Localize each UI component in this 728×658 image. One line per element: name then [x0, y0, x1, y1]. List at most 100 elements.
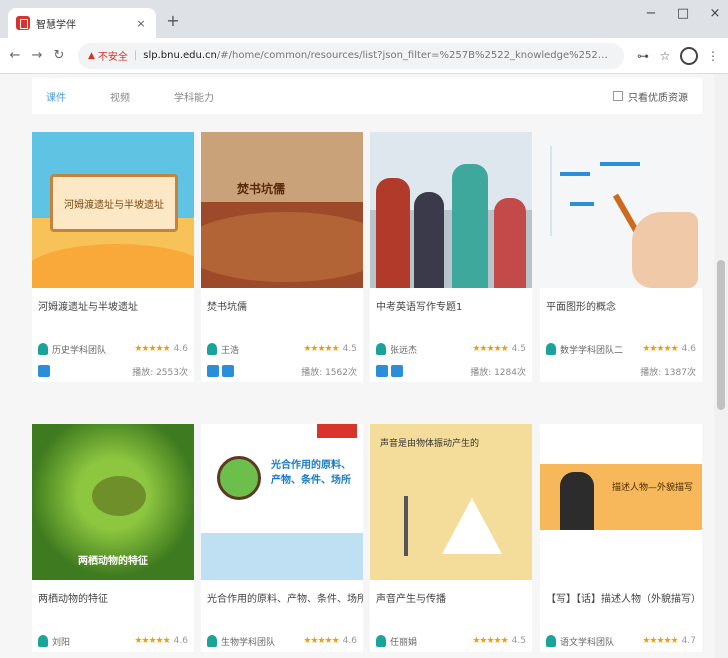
card-title[interactable]: 平面图形的概念: [540, 288, 702, 338]
filter-bar: 课件 视频 学科能力 只看优质资源: [32, 78, 702, 114]
card-thumbnail[interactable]: 焚书坑儒: [201, 132, 363, 288]
resource-card[interactable]: 光合作用的原料、产物、条件、场所 光合作用的原料、产物、条件、场所 生物学科团队…: [201, 424, 363, 652]
card-author[interactable]: 历史学科团队: [52, 343, 134, 356]
person-figure: [452, 164, 488, 288]
thumb-title-text: 描述人物—外貌描写: [612, 483, 694, 493]
rating-stars-icon: ★★★★★: [134, 344, 170, 354]
rating-stars-icon: ★★★★★: [642, 344, 678, 354]
resource-card[interactable]: 描述人物—外貌描写 【写】【话】描述人物（外貌描写） 语文学科团队 ★★★★★ …: [540, 424, 702, 652]
minimize-icon[interactable]: −: [644, 6, 658, 21]
url-separator: |: [133, 50, 138, 61]
author-icon: [546, 635, 556, 647]
card-author[interactable]: 生物学科团队: [221, 635, 303, 648]
type-tag-icon: [376, 365, 388, 377]
key-icon[interactable]: ⊶: [634, 47, 652, 65]
card-stats: 播放: 1387次: [540, 360, 702, 382]
resource-card[interactable]: 中考英语写作专题1 张远杰 ★★★★★ 4.5 播放: 1284次: [370, 132, 532, 382]
thumb-decoration: [570, 202, 594, 206]
card-thumbnail-whiteboard[interactable]: [540, 132, 702, 288]
author-icon: [207, 635, 217, 647]
maximize-icon[interactable]: □: [676, 6, 690, 21]
card-author[interactable]: 张远杰: [390, 343, 472, 356]
card-meta: 历史学科团队 ★★★★★ 4.6: [32, 338, 194, 360]
tab-close-icon[interactable]: ×: [134, 17, 148, 30]
card-stats: 播放: 2553次: [32, 360, 194, 382]
card-title[interactable]: 声音产生与传播: [370, 580, 532, 630]
page-content: 课件 视频 学科能力 只看优质资源 河姆渡遗址与半坡遗址 河姆渡遗址与半坡遗址 …: [0, 74, 714, 658]
thumb-decoration: [560, 172, 590, 176]
view-count: 播放: 1562次: [301, 367, 357, 378]
card-author[interactable]: 王浩: [221, 343, 303, 356]
tab-title: 智慧学伴: [36, 19, 76, 31]
thumb-title-text: 声音是由物体振动产生的: [380, 439, 480, 449]
card-thumbnail[interactable]: 光合作用的原料、产物、条件、场所: [201, 424, 363, 580]
person-figure: [494, 198, 526, 288]
type-tag-icon: [391, 365, 403, 377]
silhouette-figure: [560, 472, 594, 530]
card-thumbnail[interactable]: 河姆渡遗址与半坡遗址: [32, 132, 194, 288]
cartoon-figure: [442, 498, 502, 554]
filter-tab-ability[interactable]: 学科能力: [174, 89, 214, 104]
card-stats: 播放: 1284次: [370, 360, 532, 382]
thumb-ribbon: [317, 424, 357, 438]
menu-kebab-icon[interactable]: ⋮: [704, 47, 722, 65]
quality-only-toggle[interactable]: 只看优质资源: [613, 89, 688, 104]
resource-card[interactable]: 平面图形的概念 数学学科团队二 ★★★★★ 4.6 播放: 1387次: [540, 132, 702, 382]
card-thumbnail-students-photo[interactable]: [370, 132, 532, 288]
quality-only-checkbox[interactable]: [613, 91, 623, 101]
card-author[interactable]: 任丽娟: [390, 635, 472, 648]
filter-tab-courseware[interactable]: 课件: [46, 89, 66, 104]
scrollbar-thumb[interactable]: [717, 260, 725, 410]
thumb-decoration: [600, 162, 640, 166]
rating-value: 4.6: [342, 636, 357, 646]
reload-icon[interactable]: ↻: [50, 47, 68, 65]
rating-value: 4.6: [681, 344, 696, 354]
address-bar[interactable]: ▲ 不安全 | slp.bnu.edu.cn /#/home/common/re…: [78, 42, 624, 69]
card-meta: 王浩 ★★★★★ 4.5: [201, 338, 363, 360]
card-thumbnail[interactable]: 描述人物—外貌描写: [540, 424, 702, 580]
tuning-fork-figure: [404, 496, 408, 556]
view-count: 播放: 1284次: [470, 367, 526, 378]
person-figure: [414, 192, 444, 288]
back-icon[interactable]: ←: [6, 47, 24, 65]
resource-card[interactable]: 河姆渡遗址与半坡遗址 河姆渡遗址与半坡遗址 历史学科团队 ★★★★★ 4.6 播…: [32, 132, 194, 382]
card-meta: 生物学科团队 ★★★★★ 4.6: [201, 630, 363, 652]
window-close-icon[interactable]: ×: [708, 6, 722, 21]
card-author[interactable]: 刘阳: [52, 635, 134, 648]
card-title[interactable]: 中考英语写作专题1: [370, 288, 532, 338]
card-thumbnail-frog[interactable]: 两栖动物的特征: [32, 424, 194, 580]
browser-toolbar: ← → ↻ ▲ 不安全 | slp.bnu.edu.cn /#/home/com…: [0, 38, 728, 74]
rating-stars-icon: ★★★★★: [472, 636, 508, 646]
profile-avatar-icon[interactable]: [680, 46, 698, 65]
rating-stars-icon: ★★★★★: [303, 636, 339, 646]
card-author[interactable]: 语文学科团队: [560, 635, 642, 648]
card-meta: 任丽娟 ★★★★★ 4.5: [370, 630, 532, 652]
card-author[interactable]: 数学学科团队二: [560, 343, 642, 356]
type-tag-icon: [38, 365, 50, 377]
frog-figure: [92, 476, 146, 516]
tab-strip: 智慧学伴 × + − □ ×: [0, 0, 728, 38]
resource-card[interactable]: 两栖动物的特征 两栖动物的特征 刘阳 ★★★★★ 4.6: [32, 424, 194, 652]
forward-icon[interactable]: →: [28, 47, 46, 65]
bookmark-star-icon[interactable]: ☆: [656, 47, 674, 65]
author-icon: [376, 635, 386, 647]
resource-card[interactable]: 焚书坑儒 焚书坑儒 王浩 ★★★★★ 4.5 播放: 1562次: [201, 132, 363, 382]
card-title[interactable]: 两栖动物的特征: [32, 580, 194, 630]
hand-figure: [632, 212, 698, 288]
author-icon: [546, 343, 556, 355]
card-thumbnail[interactable]: 声音是由物体振动产生的: [370, 424, 532, 580]
type-tag-icon: [207, 365, 219, 377]
browser-tab[interactable]: 智慧学伴 ×: [8, 8, 156, 38]
resource-card[interactable]: 声音是由物体振动产生的 声音产生与传播 任丽娟 ★★★★★ 4.5: [370, 424, 532, 652]
card-title[interactable]: 河姆渡遗址与半坡遗址: [32, 288, 194, 338]
rating-stars-icon: ★★★★★: [472, 344, 508, 354]
rating-value: 4.5: [511, 344, 526, 354]
new-tab-button[interactable]: +: [162, 10, 184, 32]
card-title[interactable]: 焚书坑儒: [201, 288, 363, 338]
filter-tab-video[interactable]: 视频: [110, 89, 130, 104]
rating-value: 4.7: [681, 636, 696, 646]
thumb-title-text: 光合作用的原料、产物、条件、场所: [271, 460, 351, 486]
card-title[interactable]: 光合作用的原料、产物、条件、场所: [201, 580, 363, 630]
card-title[interactable]: 【写】【话】描述人物（外貌描写）: [540, 580, 702, 630]
page-scrollbar[interactable]: [714, 74, 728, 658]
